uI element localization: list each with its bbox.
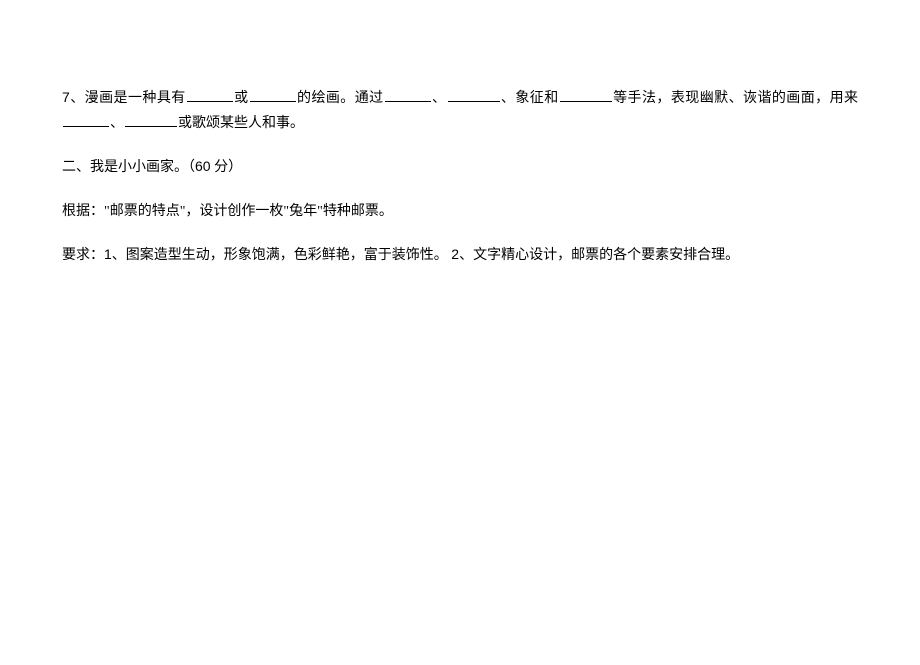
- instruction-text: 根据："邮票的特点"，设计创作一枚"兔年"特种邮票。: [62, 204, 393, 219]
- req-item-1: 、图案造型生动，形象饱满，色彩鲜艳，富于装饰性。: [112, 248, 452, 263]
- req-prefix: 要求：: [62, 248, 104, 263]
- question-7: 7、漫画是一种具有或的绘画。通过、、象征和等手法，表现幽默、诙谐的画面，用来、或…: [62, 85, 858, 136]
- section-title-text: 二、我是小小画家。（: [62, 160, 195, 175]
- blank-2: [250, 88, 296, 102]
- section-points-suffix: 分）: [211, 160, 243, 175]
- requirements-paragraph: 要求：1、图案造型生动，形象饱满，色彩鲜艳，富于装饰性。 2、文字精心设计，邮票…: [62, 242, 858, 268]
- q7-text-3: 的绘画。通过: [297, 91, 384, 106]
- q7-text-5: 、象征和: [501, 91, 559, 106]
- q7-text-4: 、: [432, 91, 447, 106]
- section-points: 60: [195, 158, 211, 174]
- section-2-title: 二、我是小小画家。（60 分）: [62, 154, 858, 180]
- blank-1: [187, 88, 233, 102]
- req-num-1: 1: [104, 246, 112, 262]
- instruction-paragraph: 根据："邮票的特点"，设计创作一枚"兔年"特种邮票。: [62, 199, 858, 224]
- req-item-2: 、文字精心设计，邮票的各个要素安排合理。: [459, 248, 739, 263]
- q7-text-6: 等手法，表现幽默、诙谐的画面，用来: [613, 91, 858, 106]
- question-number: 7: [62, 89, 70, 105]
- q7-text-8: 或歌颂某些人和事。: [178, 116, 304, 131]
- q7-text-1: 、漫画是一种具有: [70, 91, 186, 106]
- blank-4: [448, 88, 500, 102]
- blank-6: [63, 113, 109, 127]
- q7-text-2: 或: [234, 91, 249, 106]
- req-num-2: 2: [451, 246, 459, 262]
- blank-3: [385, 88, 431, 102]
- blank-7: [125, 113, 177, 127]
- q7-text-7: 、: [110, 116, 124, 131]
- blank-5: [560, 88, 612, 102]
